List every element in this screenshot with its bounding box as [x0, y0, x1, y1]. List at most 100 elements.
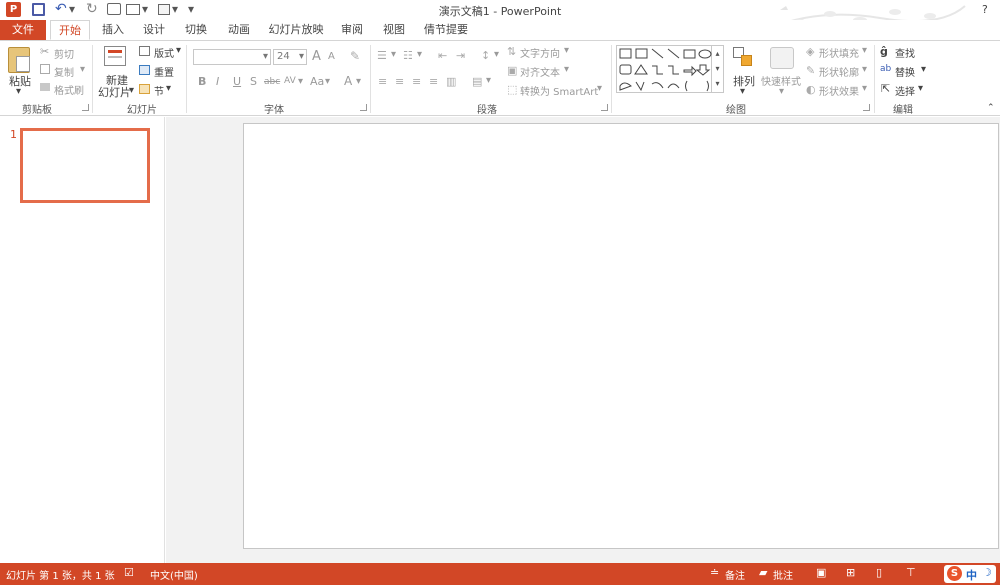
slide-canvas[interactable] [243, 123, 999, 549]
shape-fill-dropdown[interactable]: ▾ [862, 45, 867, 56]
notes-button[interactable]: 备注 [725, 567, 745, 582]
quick-styles-icon[interactable] [770, 47, 794, 69]
shape-fill-button[interactable]: 形状填充 [819, 45, 859, 60]
shapes-gallery-scroll[interactable]: ▴ ▾ ▾ [712, 45, 724, 93]
align-left-icon[interactable]: ≡ [378, 75, 387, 88]
drawing-launcher-icon[interactable] [863, 104, 870, 111]
language-status[interactable]: 中文(中国) [150, 567, 198, 582]
cut-button[interactable]: 剪切 [54, 46, 74, 61]
copy-dropdown[interactable]: ▾ [80, 64, 85, 75]
align-text-dropdown[interactable]: ▾ [564, 64, 569, 75]
replace-icon: ab [880, 64, 892, 74]
font-color-dropdown[interactable]: ▾ [356, 76, 361, 87]
clear-format-icon[interactable]: ✎ [350, 49, 360, 63]
numbering-icon[interactable]: ☷ [403, 49, 413, 62]
copy-button[interactable]: 复制 [54, 64, 74, 79]
text-direction-dropdown[interactable]: ▾ [564, 45, 569, 56]
paste-dropdown[interactable]: ▾ [16, 86, 21, 97]
shape-outline-dropdown[interactable]: ▾ [862, 64, 867, 75]
align-center-icon[interactable]: ≡ [395, 75, 404, 88]
shapes-gallery-icons [619, 48, 712, 92]
new-slide-icon[interactable] [104, 46, 126, 66]
layout-dropdown[interactable]: ▾ [176, 45, 181, 56]
tab-insert[interactable]: 插入 [95, 20, 131, 40]
slide-thumbnail[interactable] [20, 128, 150, 203]
find-button[interactable]: 查找 [895, 45, 915, 60]
reading-view-icon[interactable]: ▯ [876, 566, 882, 579]
char-spacing-button[interactable]: AV [284, 76, 296, 86]
comments-button[interactable]: 批注 [773, 567, 793, 582]
grow-font-button[interactable]: A [312, 49, 321, 64]
align-text-button[interactable]: 对齐文本 [520, 64, 560, 79]
smartart-dropdown[interactable]: ▾ [597, 83, 602, 94]
select-dropdown[interactable]: ▾ [918, 83, 923, 94]
select-button[interactable]: 选择 [895, 83, 915, 98]
text-direction-button[interactable]: 文字方向 [520, 45, 560, 60]
new-slide-label2[interactable]: 幻灯片 [98, 84, 131, 100]
distributed-icon[interactable]: ▥ [446, 75, 456, 88]
tab-design[interactable]: 设计 [136, 20, 172, 40]
font-name-box[interactable]: ▾ [193, 49, 271, 65]
shapes-gallery[interactable] [616, 45, 712, 93]
section-button[interactable]: 节 [154, 83, 164, 98]
slideshow-view-icon[interactable]: ⊤ [906, 566, 916, 579]
tab-view[interactable]: 视图 [376, 20, 412, 40]
paragraph-launcher-icon[interactable] [601, 104, 608, 111]
increase-indent-icon[interactable]: ⇥ [456, 49, 465, 62]
tab-slideshow[interactable]: 幻灯片放映 [264, 20, 328, 40]
tab-file[interactable]: 文件 [0, 20, 46, 40]
columns-icon[interactable]: ▤ [472, 75, 482, 88]
italic-button[interactable]: I [216, 75, 219, 88]
char-spacing-dropdown[interactable]: ▾ [298, 76, 303, 87]
new-slide-dropdown[interactable]: ▾ [129, 85, 134, 96]
layout-button[interactable]: 版式 [154, 45, 174, 60]
shape-outline-button[interactable]: 形状轮廓 [819, 64, 859, 79]
text-direction-icon: ⇅ [507, 45, 517, 58]
spellcheck-icon[interactable]: ☑ [124, 566, 134, 579]
align-right-icon[interactable]: ≡ [412, 75, 421, 88]
collapse-ribbon-icon[interactable]: ⌃ [987, 103, 995, 113]
change-case-button[interactable]: Aa [310, 75, 324, 88]
underline-button[interactable]: U [233, 75, 241, 88]
clipboard-launcher-icon[interactable] [82, 104, 89, 111]
replace-button[interactable]: 替换 [895, 64, 915, 79]
slide-sorter-icon[interactable]: ⊞ [846, 566, 855, 579]
quick-styles-dropdown[interactable]: ▾ [779, 86, 784, 97]
tab-home[interactable]: 开始 [50, 20, 90, 40]
tab-storyboard[interactable]: 倩节提要 [418, 20, 474, 40]
paste-icon[interactable] [8, 47, 30, 73]
line-spacing-icon[interactable]: ↕ [481, 49, 490, 62]
font-color-button[interactable]: A [344, 74, 352, 88]
help-button[interactable]: ? [982, 3, 988, 16]
shape-effects-dropdown[interactable]: ▾ [862, 83, 867, 94]
reset-icon [139, 65, 150, 75]
change-case-dropdown[interactable]: ▾ [325, 76, 330, 87]
reset-button[interactable]: 重置 [154, 64, 174, 79]
format-painter-button[interactable]: 格式刷 [54, 82, 84, 97]
shadow-button[interactable]: S [250, 75, 257, 88]
justify-icon[interactable]: ≡ [429, 75, 438, 88]
shrink-font-button[interactable]: A [328, 51, 335, 62]
strikethrough-button[interactable]: abc [264, 77, 280, 87]
tab-animations[interactable]: 动画 [221, 20, 257, 40]
ime-toolbar[interactable]: S 中 ☽ [944, 565, 996, 583]
arrange-dropdown[interactable]: ▾ [740, 86, 745, 97]
tab-transitions[interactable]: 切换 [178, 20, 214, 40]
bullets-dropdown[interactable]: ▾ [391, 49, 396, 60]
line-spacing-dropdown[interactable]: ▾ [494, 49, 499, 60]
arrange-icon[interactable] [733, 47, 753, 67]
smartart-button[interactable]: 转换为 SmartArt [520, 83, 598, 98]
bold-button[interactable]: B [198, 75, 206, 88]
numbering-dropdown[interactable]: ▾ [417, 49, 422, 60]
section-dropdown[interactable]: ▾ [166, 83, 171, 94]
normal-view-icon[interactable]: ▣ [816, 566, 826, 579]
font-launcher-icon[interactable] [360, 104, 367, 111]
slides-group-label: 幻灯片 [127, 105, 157, 116]
columns-dropdown[interactable]: ▾ [486, 75, 491, 86]
font-size-box[interactable]: 24 ▾ [273, 49, 307, 65]
bullets-icon[interactable]: ☰ [377, 49, 387, 62]
shape-effects-button[interactable]: 形状效果 [819, 83, 859, 98]
replace-dropdown[interactable]: ▾ [921, 64, 926, 75]
decrease-indent-icon[interactable]: ⇤ [438, 49, 447, 62]
tab-review[interactable]: 审阅 [334, 20, 370, 40]
